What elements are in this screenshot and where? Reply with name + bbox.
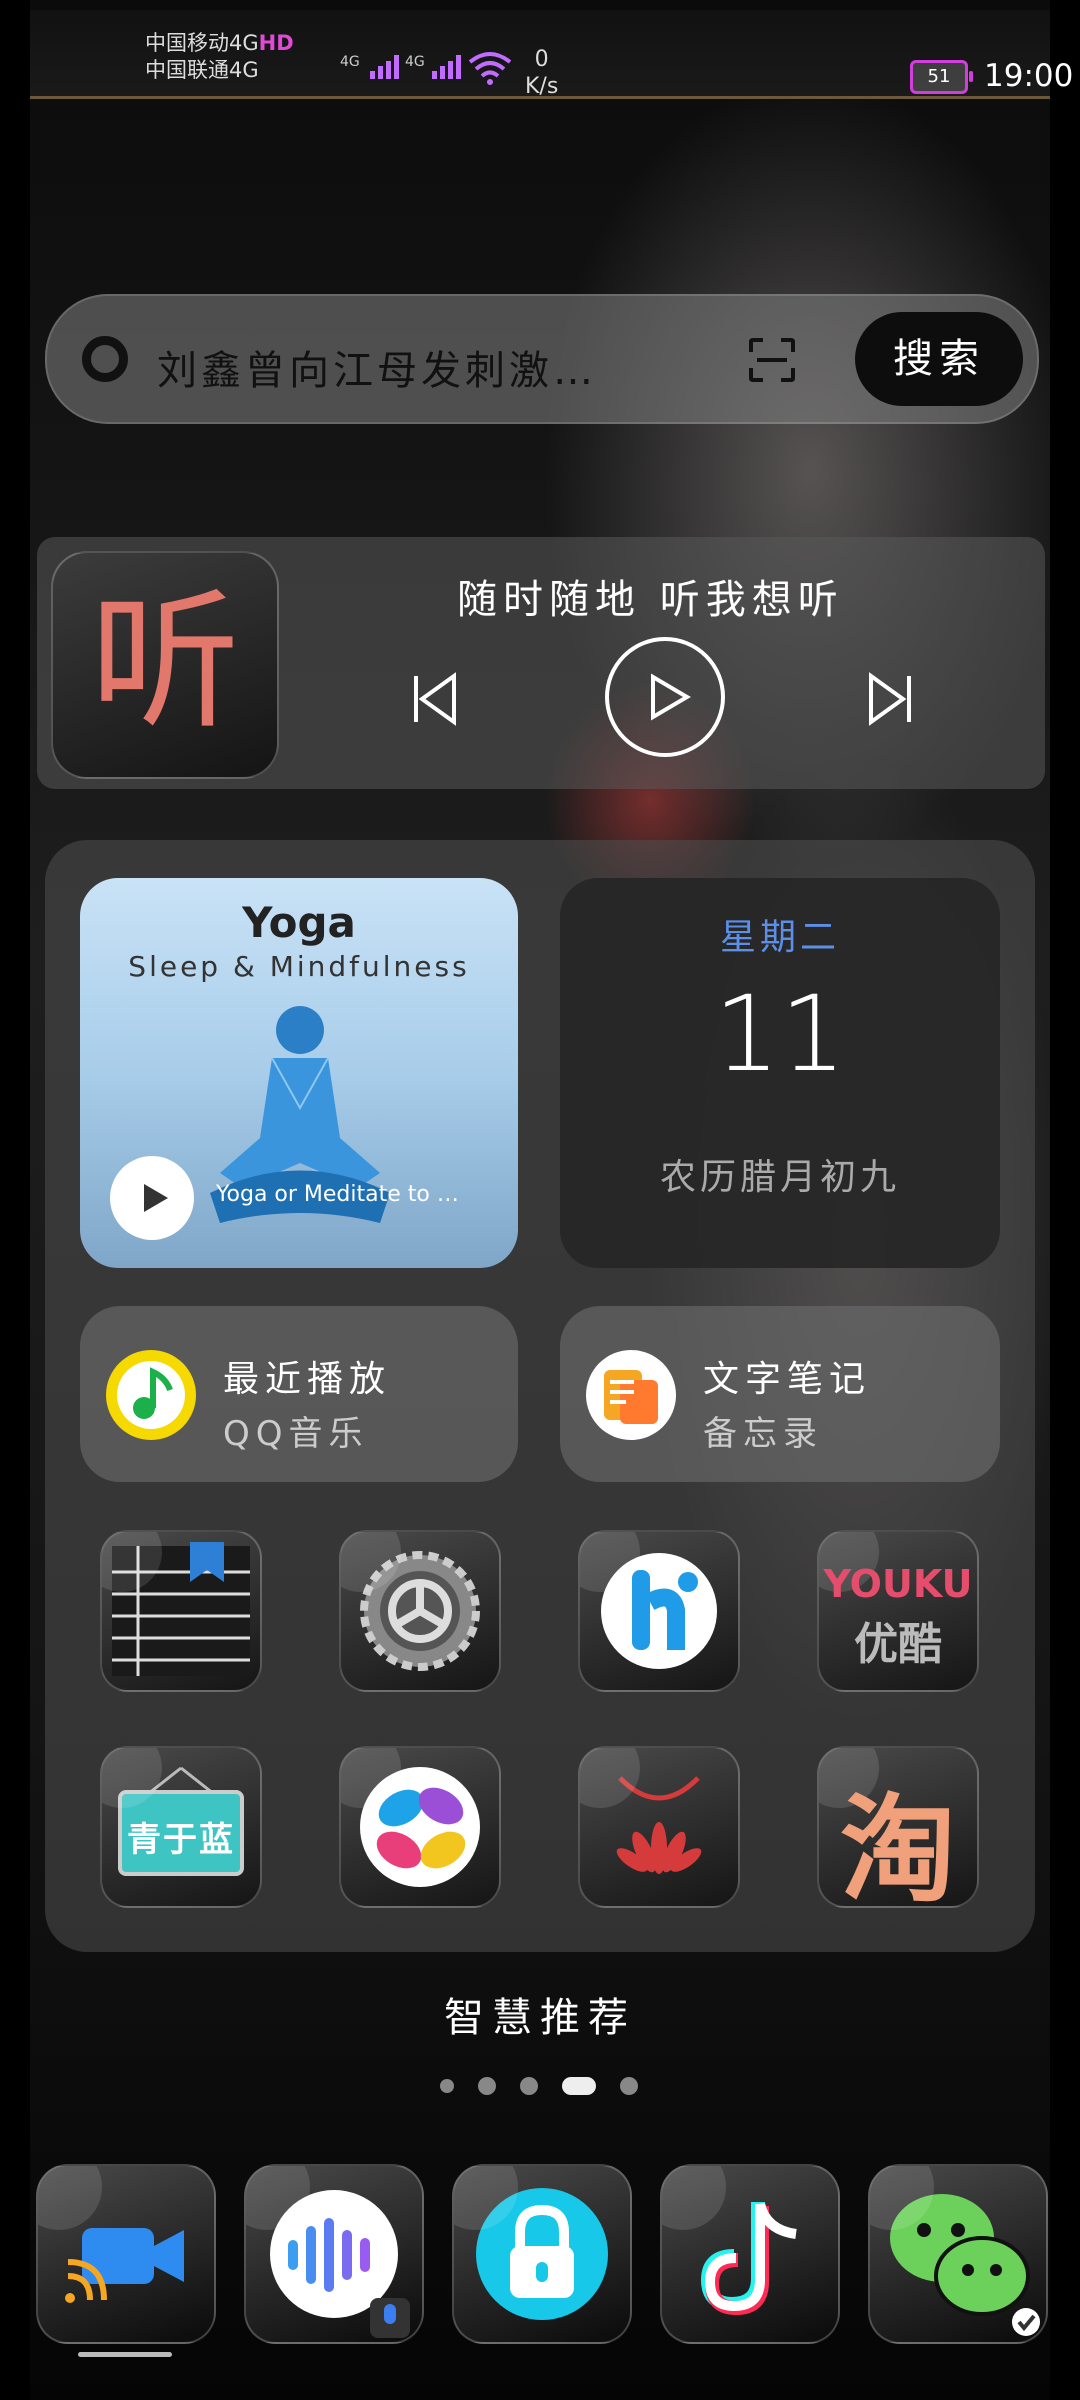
signal-bars-2-icon <box>432 55 461 79</box>
tiktok-icon[interactable] <box>660 2164 840 2344</box>
huawei-store-icon[interactable] <box>578 1746 740 1908</box>
hi-app-icon[interactable] <box>578 1530 740 1692</box>
network-type-2: 4G <box>405 54 425 70</box>
taobao-label: 淘 <box>840 1783 956 1908</box>
search-bar[interactable]: 刘鑫曾向江母发刺激… 搜索 <box>45 294 1039 424</box>
yoga-caption: Yoga or Meditate to … <box>216 1182 459 1207</box>
memo-line2: 备忘录 <box>703 1414 823 1454</box>
play-button[interactable] <box>605 637 725 757</box>
page-dot-1[interactable] <box>440 2079 454 2093</box>
clock: 19:00 <box>984 58 1074 94</box>
youku-label-bottom: 优酷 <box>854 1619 942 1670</box>
music-app-icon[interactable]: 听 <box>51 551 279 779</box>
qq-music-icon <box>106 1350 196 1440</box>
page-dot-4-active[interactable] <box>562 2077 596 2095</box>
speed-value: 0 <box>534 47 549 72</box>
play-icon <box>144 1184 168 1212</box>
network-type-1: 4G <box>340 54 360 70</box>
speed-unit: K/s <box>525 74 559 99</box>
smart-recommend-label: 智慧推荐 <box>444 1995 636 2041</box>
qq-music-line1: 最近播放 <box>223 1359 392 1400</box>
previous-track-icon[interactable] <box>412 672 458 726</box>
qingting-label: 青于蓝 <box>127 1820 235 1860</box>
network-speed: 0 K/s <box>525 46 558 100</box>
music-widget: 听 随时随地 听我想听 <box>37 537 1045 789</box>
qq-music-widget[interactable]: 最近播放 QQ音乐 <box>80 1306 518 1482</box>
weekday: 星期二 <box>719 917 840 958</box>
yoga-play-button[interactable] <box>110 1156 194 1240</box>
voice-assistant-icon[interactable] <box>244 2164 424 2344</box>
search-query[interactable]: 刘鑫曾向江母发刺激… <box>157 338 737 396</box>
calendar-widget[interactable]: 星期二 11 农历腊月初九 <box>560 878 1000 1268</box>
carrier-1: 中国移动4G <box>145 31 259 55</box>
taobao-icon[interactable]: 淘 <box>817 1746 979 1908</box>
yoga-widget[interactable]: Yoga Sleep & Mindfulness Yoga or Meditat… <box>80 878 518 1268</box>
yoga-subtitle: Sleep & Mindfulness <box>128 950 470 983</box>
settings-icon[interactable] <box>339 1530 501 1692</box>
scan-icon[interactable] <box>747 336 797 384</box>
music-widget-title: 随时随地 听我想听 <box>457 577 844 623</box>
battery-indicator: 51 <box>910 60 973 94</box>
status-bar: 中国移动4GHD 中国联通4G 4G 4G 0 K/s 51 19:00 <box>30 10 1073 100</box>
carrier-2: 中国联通4G <box>145 58 259 82</box>
yoga-title: Yoga <box>242 898 356 947</box>
page-dot-5[interactable] <box>620 2077 638 2095</box>
day-number: 11 <box>713 973 847 1095</box>
widget-card: Yoga Sleep & Mindfulness Yoga or Meditat… <box>45 840 1035 1952</box>
memo-icon <box>586 1350 676 1440</box>
qingting-icon[interactable]: 青于蓝 <box>100 1746 262 1908</box>
qq-music-line2: QQ音乐 <box>223 1414 369 1454</box>
projection-icon[interactable] <box>36 2164 216 2344</box>
page-dot-2[interactable] <box>478 2077 496 2095</box>
carrier-info: 中国移动4GHD 中国联通4G <box>145 30 294 84</box>
page-dot-3[interactable] <box>520 2077 538 2095</box>
play-icon <box>651 673 691 721</box>
memo-widget[interactable]: 文字笔记 备忘录 <box>560 1306 1000 1482</box>
gallery-icon[interactable] <box>339 1746 501 1908</box>
search-engine-logo-icon <box>82 336 128 382</box>
hd-badge: HD <box>258 31 294 55</box>
signal-bars-1-icon <box>370 55 399 79</box>
page-indicator[interactable] <box>440 2077 638 2095</box>
wifi-icon <box>468 52 512 85</box>
wechat-icon[interactable] <box>868 2164 1048 2344</box>
next-track-icon[interactable] <box>867 672 913 726</box>
notes-icon[interactable] <box>100 1530 262 1692</box>
search-button[interactable]: 搜索 <box>855 312 1023 406</box>
youku-label-top: YOUKU <box>823 1562 973 1606</box>
home-indicator[interactable] <box>78 2352 172 2357</box>
lock-icon[interactable] <box>452 2164 632 2344</box>
youku-icon[interactable]: YOUKU 优酷 <box>817 1530 979 1692</box>
memo-line1: 文字笔记 <box>703 1359 872 1400</box>
lunar-date: 农历腊月初九 <box>659 1157 900 1198</box>
